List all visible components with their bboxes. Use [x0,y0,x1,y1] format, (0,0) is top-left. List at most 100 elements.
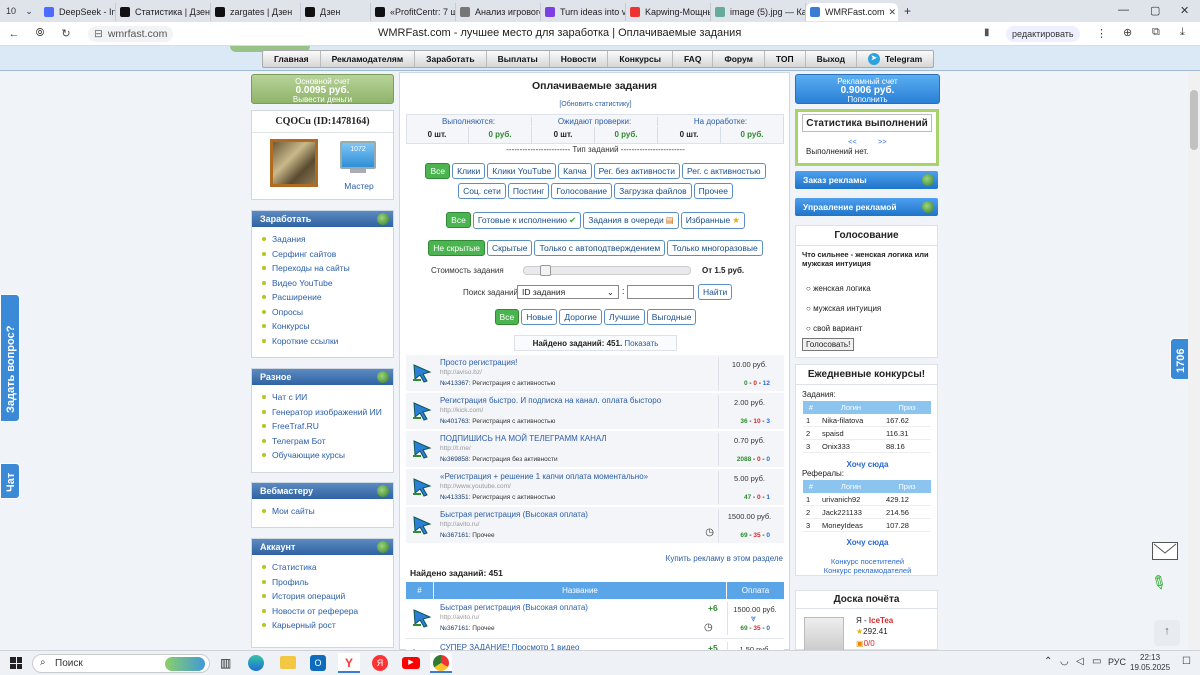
menu-item[interactable]: Рекламодателям [321,51,416,67]
table-row[interactable]: СУПЕР ЗАДАНИЕ! Просмотр 1 видео +5 1.50 ру… [406,640,784,650]
stats-next[interactable]: >> [878,137,887,146]
sidebar-link[interactable]: Переходы на сайты [262,261,393,276]
online-counter-tab[interactable]: 1706 [1170,338,1188,380]
filter-button[interactable]: Избранные ★ [680,212,745,229]
task-item[interactable]: «Регистрация + решение 1 капчи оплата мо… [406,469,784,506]
close-tab-icon[interactable]: ✕ [885,7,897,18]
minimize-icon[interactable]: — [1118,4,1129,16]
filter-button[interactable]: Не скрытые [428,240,485,256]
menu-item[interactable]: Выплаты [487,51,550,67]
taskbar-search[interactable]: ⌕ Поиск [32,654,210,673]
show-link[interactable]: Показать [624,339,658,348]
outlook-icon[interactable]: O [310,655,326,671]
sidebar-link[interactable]: Чат с ИИ [262,390,393,405]
filter-button[interactable]: Скрытые [487,240,533,256]
ad-account-box[interactable]: Рекламный счет 0.9006 руб. Пополнить [795,74,940,104]
menu-icon[interactable]: ⋮ [1096,27,1107,40]
sidebar-link[interactable]: Серфинг сайтов [262,247,393,262]
sidebar-link[interactable]: Генератор изображений ИИ [262,405,393,420]
filter-button[interactable]: Все [425,163,451,179]
filter-button[interactable]: Все [494,309,520,325]
sidebar-link[interactable]: История операций [262,589,393,604]
task-item[interactable]: Регистрация быстро. И подписка на канал.… [406,393,784,430]
advertisers-contest-link[interactable]: Конкурс рекламодателей [796,566,939,575]
filter-button[interactable]: Выгодные [646,309,697,325]
filter-button[interactable]: Только с автоподтверждением [534,240,666,256]
visitors-contest-link[interactable]: Конкурс посетителей [796,557,939,566]
browser-tab[interactable]: Kapwing-Мощный [626,3,711,21]
filter-button[interactable]: Голосование [551,183,613,199]
buy-ads-link[interactable]: Купить рекламу в этом разделе [666,554,783,563]
extensions-icon[interactable]: ⧉ [1152,26,1160,39]
menu-item[interactable]: ТОП [765,51,806,67]
cost-slider-handle[interactable] [539,265,551,276]
filter-button[interactable]: Клики YouTube [487,163,557,179]
table-row[interactable]: Быстрая регистрация (Высокая оплата) +6 15… [406,600,784,639]
windows-start-icon[interactable] [10,657,22,669]
filter-button[interactable]: Дорогие [559,309,603,325]
youtube-icon[interactable]: ▶ [402,657,420,669]
sidebar-link[interactable]: Конкурсы [262,319,393,334]
task-title[interactable]: Просто регистрация! [440,358,517,367]
filter-button[interactable]: Все [446,212,471,228]
menu-item[interactable]: Новости [550,51,609,67]
tray-chevron-icon[interactable]: ⌃ [1044,656,1052,667]
filter-button[interactable]: Рег. без активности [593,163,681,179]
honor-me-name[interactable]: IceTea [869,616,893,625]
filter-button[interactable]: Соц. сети [458,183,506,199]
sidebar-link[interactable]: Опросы [262,305,393,320]
pencil-icon[interactable]: ✎ [1146,570,1181,603]
filter-button[interactable]: Загрузка файлов [614,183,692,199]
vote-button[interactable]: Голосовать! [802,338,855,351]
sidebar-link[interactable]: Расширение [262,290,393,305]
cost-slider[interactable] [523,265,691,276]
main-account-box[interactable]: Основной счет 0.0095 руб. Вывести деньги [251,74,394,104]
task-view-icon[interactable]: ▥ [220,656,231,670]
menu-item[interactable]: Заработать [415,51,487,67]
task-title[interactable]: «Регистрация + решение 1 капчи оплата мо… [440,472,648,481]
radio-button[interactable]: ○ [806,284,813,293]
sidebar-link[interactable]: Карьерный рост [262,618,393,633]
filter-button[interactable]: Рег. с активностью [682,163,766,179]
close-icon[interactable]: ✕ [1180,4,1189,17]
edge-icon[interactable] [248,655,264,671]
manage-ads-header[interactable]: Управление рекламой [795,198,938,216]
filter-button[interactable]: Прочее [693,183,733,199]
radio-button[interactable]: ○ [806,304,813,313]
notifications-icon[interactable]: ☐ [1182,656,1191,667]
chat-tab[interactable]: Чат [0,463,20,499]
bookmark-icon[interactable]: ▮ [984,27,990,38]
stats-prev[interactable]: << [848,137,857,146]
sidebar-link[interactable]: Новости от реферера [262,604,393,619]
chevron-down-icon[interactable]: ⌄ [22,4,36,18]
scrollbar-thumb[interactable] [1190,90,1198,150]
reload-icon[interactable]: ↻ [56,27,76,40]
search-input[interactable] [627,285,694,299]
task-title[interactable]: СУПЕР ЗАДАНИЕ! Просмотр 1 видео [440,643,579,650]
browser-tab[interactable]: WMRFast.com ✕ [806,3,898,21]
sidebar-link[interactable]: Обучающие курсы [262,448,393,463]
language-indicator[interactable]: РУС [1108,657,1126,667]
new-tab-button[interactable]: + [904,4,911,18]
task-item[interactable]: Просто регистрация! http://aviso.bz/ №4133… [406,355,784,392]
menu-item[interactable]: ➤ Telegram [857,51,933,67]
task-title[interactable]: Быстрая регистрация (Высокая оплата) [440,603,588,612]
scroll-top-icon[interactable]: ↑ [1154,620,1180,646]
browser-tab[interactable]: DeepSeek - Into th [40,3,116,21]
order-ads-header[interactable]: Заказ рекламы [795,171,938,189]
poll-option[interactable]: ○ мужская интуиция [806,304,881,313]
task-item[interactable]: ПОДПИШИСЬ НА МОЙ ТЕЛЕГРАММ КАНАЛ http://t… [406,431,784,468]
radio-button[interactable]: ○ [806,324,813,333]
want-here-link[interactable]: Хочу сюда [796,460,939,469]
filter-button[interactable]: Задания в очереди ▤ [583,212,679,229]
battery-icon[interactable]: ▭ [1092,656,1101,667]
browser-tab[interactable]: Turn ideas into vide [541,3,626,21]
globe-icon[interactable]: ⊕ [1123,26,1132,39]
menu-item[interactable]: Форум [713,51,765,67]
filter-button[interactable]: Лучшие [604,309,645,325]
menu-item[interactable]: Выход [806,51,857,67]
filter-button[interactable]: Постинг [507,183,550,199]
search-type-select[interactable]: ID задания ⌄ [517,285,619,299]
volume-icon[interactable]: ◁ [1076,656,1084,667]
url-field[interactable]: ⊟ wmrfast.com [88,26,174,42]
